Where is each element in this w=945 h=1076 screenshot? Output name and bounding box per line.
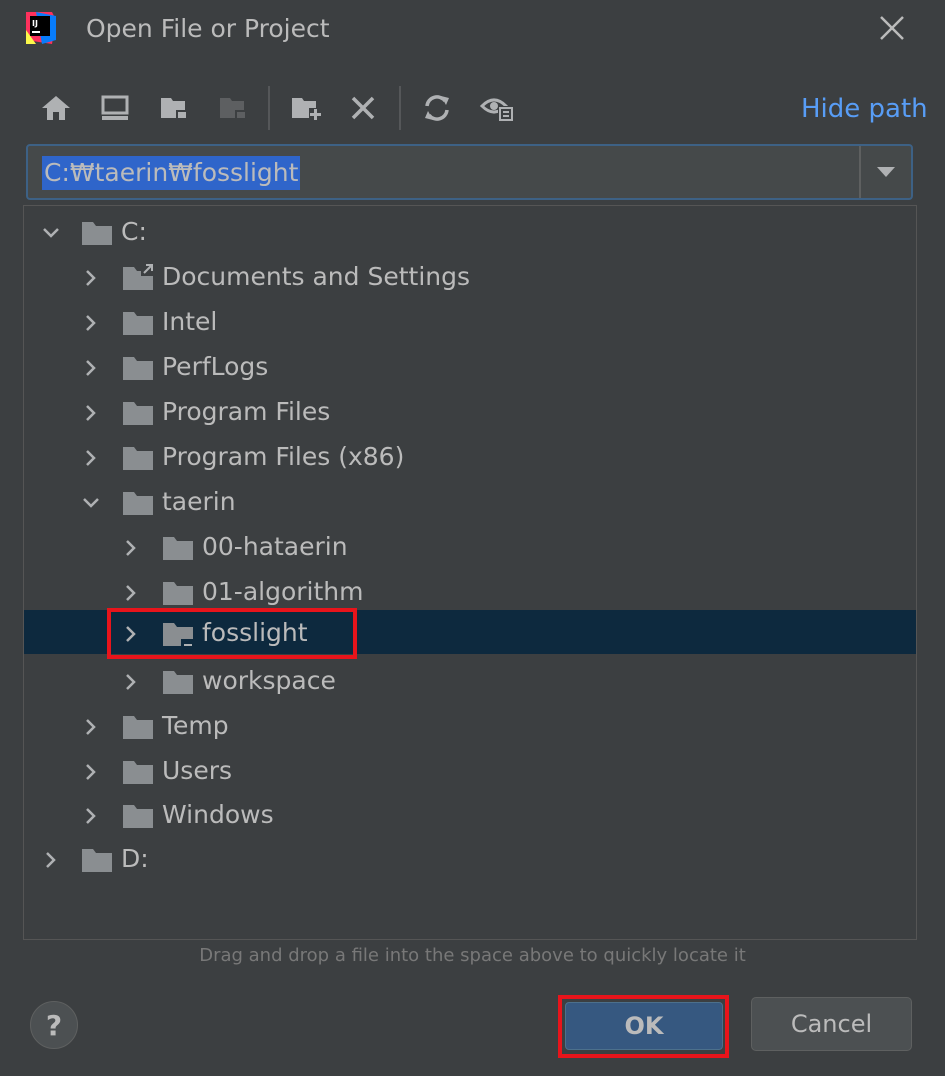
refresh-icon — [425, 95, 449, 121]
chevron-right-icon[interactable] — [79, 266, 103, 290]
home-icon — [42, 96, 70, 120]
folder-icon — [123, 716, 153, 739]
tree-item-00-hataerin[interactable]: 00-hataerin — [24, 526, 916, 570]
tree-item-label: Documents and Settings — [162, 262, 471, 291]
chevron-right-icon[interactable] — [79, 760, 103, 784]
chevron-right-icon[interactable] — [79, 356, 103, 380]
chevron-right-icon[interactable] — [119, 536, 143, 560]
tree-item-d-drive[interactable]: D: — [24, 838, 916, 882]
svg-text:IJ: IJ — [32, 19, 38, 28]
tree-item-label: Program Files — [162, 397, 331, 426]
delete-icon — [351, 96, 375, 120]
home-button[interactable] — [38, 90, 74, 126]
folder-icon — [123, 492, 153, 515]
tree-item-label: Program Files (x86) — [162, 442, 405, 471]
drive-icon — [82, 222, 112, 245]
folder-icon — [123, 402, 153, 425]
tree-item-program-files-x86[interactable]: Program Files (x86) — [24, 436, 916, 480]
tree-item-label: 00-hataerin — [202, 532, 348, 561]
tree-item-label: 01-algorithm — [202, 577, 364, 606]
tree-item-documents-and-settings[interactable]: Documents and Settings — [24, 256, 916, 300]
intellij-logo-icon: IJ — [26, 12, 56, 44]
path-history-dropdown[interactable] — [859, 146, 911, 198]
tree-item-windows[interactable]: Windows — [24, 794, 916, 838]
tree-item-label: fosslight — [202, 618, 308, 647]
module-directory-button[interactable] — [215, 90, 251, 126]
desktop-icon — [101, 95, 129, 120]
show-hidden-icon — [480, 98, 514, 122]
folder-icon — [123, 447, 153, 470]
project-folder-icon — [163, 623, 195, 648]
chevron-right-icon[interactable] — [79, 446, 103, 470]
toolbar-separator — [268, 86, 270, 130]
module-folder-icon — [220, 98, 247, 120]
tree-item-intel[interactable]: Intel — [24, 301, 916, 345]
refresh-button[interactable] — [419, 90, 455, 126]
folder-icon — [163, 537, 193, 560]
folder-icon — [163, 582, 193, 605]
new-folder-button[interactable] — [288, 90, 324, 126]
project-directory-button[interactable] — [156, 90, 192, 126]
hide-path-link[interactable]: Hide path — [801, 94, 928, 124]
tree-item-temp[interactable]: Temp — [24, 705, 916, 749]
path-combobox[interactable]: C:₩taerin₩fosslight — [26, 144, 913, 200]
chevron-right-icon[interactable] — [79, 401, 103, 425]
desktop-button[interactable] — [97, 90, 133, 126]
close-icon[interactable] — [876, 12, 908, 44]
folder-icon — [123, 805, 153, 828]
chevron-right-icon[interactable] — [39, 848, 63, 872]
tree-item-program-files[interactable]: Program Files — [24, 391, 916, 435]
tree-item-label: Temp — [162, 711, 229, 740]
folder-link-icon — [123, 264, 155, 290]
chevron-right-icon[interactable] — [119, 581, 143, 605]
folder-icon — [163, 671, 193, 694]
tree-item-taerin[interactable]: taerin — [24, 481, 916, 525]
tree-item-users[interactable]: Users — [24, 750, 916, 794]
tree-item-fosslight[interactable]: fosslight — [24, 610, 916, 654]
file-chooser-toolbar: Hide path — [0, 82, 945, 134]
cancel-button[interactable]: Cancel — [751, 997, 912, 1051]
tree-item-label: workspace — [202, 666, 336, 695]
tree-item-c-drive[interactable]: C: — [24, 211, 916, 255]
path-input[interactable]: C:₩taerin₩fosslight — [42, 156, 301, 190]
dialog-title: Open File or Project — [86, 14, 330, 43]
folder-icon — [123, 761, 153, 784]
folder-icon — [123, 357, 153, 380]
tree-item-workspace[interactable]: workspace — [24, 660, 916, 704]
chevron-down-icon — [877, 167, 895, 177]
tree-item-perflogs[interactable]: PerfLogs — [24, 346, 916, 390]
tree-item-label: Windows — [162, 800, 274, 829]
show-hidden-files-button[interactable] — [480, 90, 516, 126]
tree-item-label: Intel — [162, 307, 218, 336]
chevron-right-icon[interactable] — [79, 311, 103, 335]
file-tree[interactable]: C: Documents and Settings Intel PerfLogs… — [23, 205, 917, 940]
tree-item-label: taerin — [162, 487, 236, 516]
drag-drop-hint: Drag and drop a file into the space abov… — [199, 945, 746, 966]
title-bar: IJ Open File or Project — [0, 0, 945, 62]
tree-item-label: Users — [162, 756, 233, 785]
delete-button[interactable] — [345, 90, 381, 126]
new-folder-icon — [292, 98, 322, 121]
tree-item-label: PerfLogs — [162, 352, 269, 381]
tree-item-01-algorithm[interactable]: 01-algorithm — [24, 571, 916, 615]
tree-item-label: D: — [121, 844, 149, 873]
chevron-right-icon[interactable] — [119, 622, 143, 646]
tree-item-label: C: — [121, 217, 147, 246]
chevron-right-icon[interactable] — [119, 670, 143, 694]
chevron-right-icon[interactable] — [79, 804, 103, 828]
toolbar-separator — [399, 86, 401, 130]
ok-button[interactable]: OK — [565, 1002, 723, 1050]
chevron-right-icon[interactable] — [79, 715, 103, 739]
help-button[interactable]: ? — [30, 1001, 78, 1049]
chevron-down-icon[interactable] — [39, 221, 63, 245]
project-folder-icon — [161, 98, 188, 120]
chevron-down-icon[interactable] — [79, 491, 103, 515]
drive-icon — [82, 849, 112, 872]
folder-icon — [123, 312, 153, 335]
